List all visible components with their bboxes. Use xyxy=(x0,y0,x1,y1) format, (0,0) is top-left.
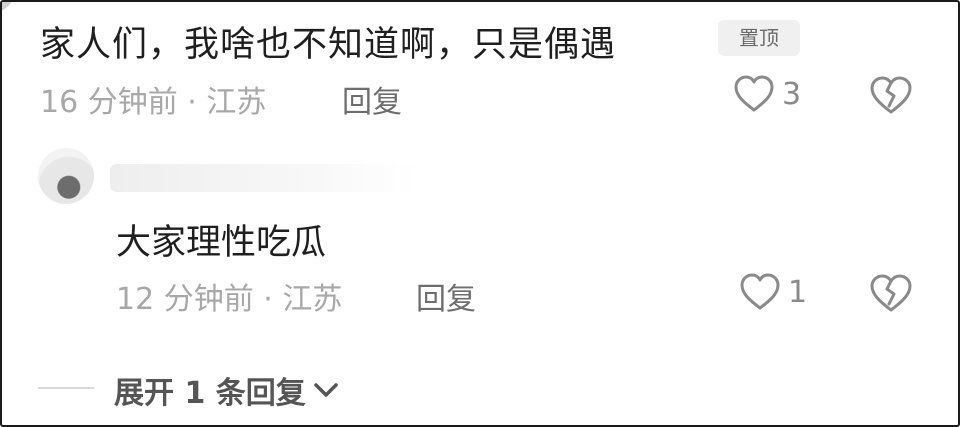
comment-panel: 家人们，我啥也不知道啊，只是偶遇 置顶 16 分钟前 · 江苏 回复 3 大家理… xyxy=(0,0,960,427)
reply-avatar[interactable] xyxy=(38,148,94,204)
dislike-button[interactable] xyxy=(868,74,914,120)
reply-button[interactable]: 回复 xyxy=(342,77,402,121)
reply-text: 大家理性吃瓜 xyxy=(116,223,327,263)
comment-text: 家人们，我啥也不知道啊，只是偶遇 xyxy=(40,25,617,65)
comment-location: 江苏 xyxy=(206,85,267,120)
broken-heart-icon xyxy=(870,274,912,312)
reply-reply-button[interactable]: 回复 xyxy=(416,274,476,318)
reply-like-count: 1 xyxy=(788,274,808,310)
chevron-down-icon xyxy=(314,383,338,397)
meta-separator: · xyxy=(263,282,273,317)
expand-divider xyxy=(38,387,94,389)
expand-replies-button[interactable]: 展开 1 条回复 xyxy=(114,368,340,412)
reply-meta: 12 分钟前 · 江苏 xyxy=(116,274,342,318)
comment-meta: 16 分钟前 · 江苏 xyxy=(40,77,266,121)
reply-username-blurred[interactable] xyxy=(110,164,420,192)
heart-outline-icon xyxy=(734,75,774,112)
pinned-badge: 置顶 xyxy=(718,20,800,56)
avatar[interactable] xyxy=(2,2,14,12)
expand-replies-label: 展开 1 条回复 xyxy=(114,376,306,411)
reply-like-button[interactable]: 1 xyxy=(738,272,807,312)
reply-location: 江苏 xyxy=(282,282,343,317)
like-button[interactable]: 3 xyxy=(732,74,801,114)
broken-heart-icon xyxy=(870,76,912,114)
heart-outline-icon xyxy=(740,273,780,310)
reply-time: 12 分钟前 xyxy=(116,282,254,317)
like-count: 3 xyxy=(782,76,802,112)
meta-separator: · xyxy=(187,85,197,120)
reply-dislike-button[interactable] xyxy=(868,272,914,318)
comment-time: 16 分钟前 xyxy=(40,85,178,120)
